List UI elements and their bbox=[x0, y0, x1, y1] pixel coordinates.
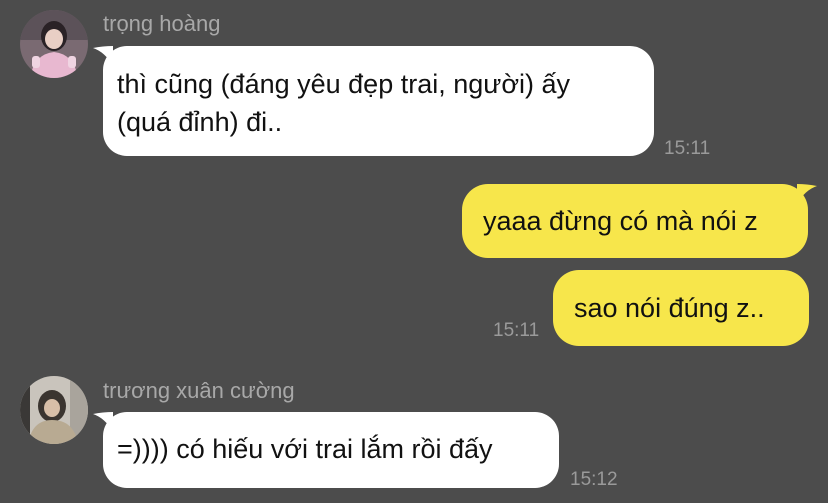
message-bubble[interactable]: thì cũng (đáng yêu đẹp trai, người) ấy (… bbox=[103, 46, 654, 156]
message-text-line: thì cũng (đáng yêu đẹp trai, người) ấy bbox=[117, 69, 571, 99]
message-bubble[interactable]: sao nói đúng z.. bbox=[553, 270, 809, 346]
message-timestamp: 15:12 bbox=[570, 469, 618, 490]
message-bubble[interactable]: yaaa đừng có mà nói z bbox=[462, 184, 808, 258]
avatar-photo-icon bbox=[20, 376, 88, 444]
message-timestamp: 15:11 bbox=[493, 320, 540, 341]
sender-name: trọng hoàng bbox=[103, 11, 221, 36]
avatar-photo-icon bbox=[20, 10, 88, 78]
message-text-line: yaaa đừng có mà nói z bbox=[483, 206, 758, 236]
message-text-line: (quá đỉnh) đi.. bbox=[117, 107, 283, 137]
avatar-truong-xuan-cuong[interactable] bbox=[20, 376, 88, 444]
sender-name: trương xuân cường bbox=[103, 378, 295, 403]
message-text-line: sao nói đúng z.. bbox=[574, 293, 765, 323]
avatar-trong-hoang[interactable] bbox=[20, 10, 88, 78]
message-text-line: =)))) có hiếu với trai lắm rồi đấy bbox=[117, 434, 493, 464]
message-timestamp: 15:11 bbox=[664, 138, 711, 159]
message-bubble[interactable]: =)))) có hiếu với trai lắm rồi đấy bbox=[103, 412, 559, 488]
